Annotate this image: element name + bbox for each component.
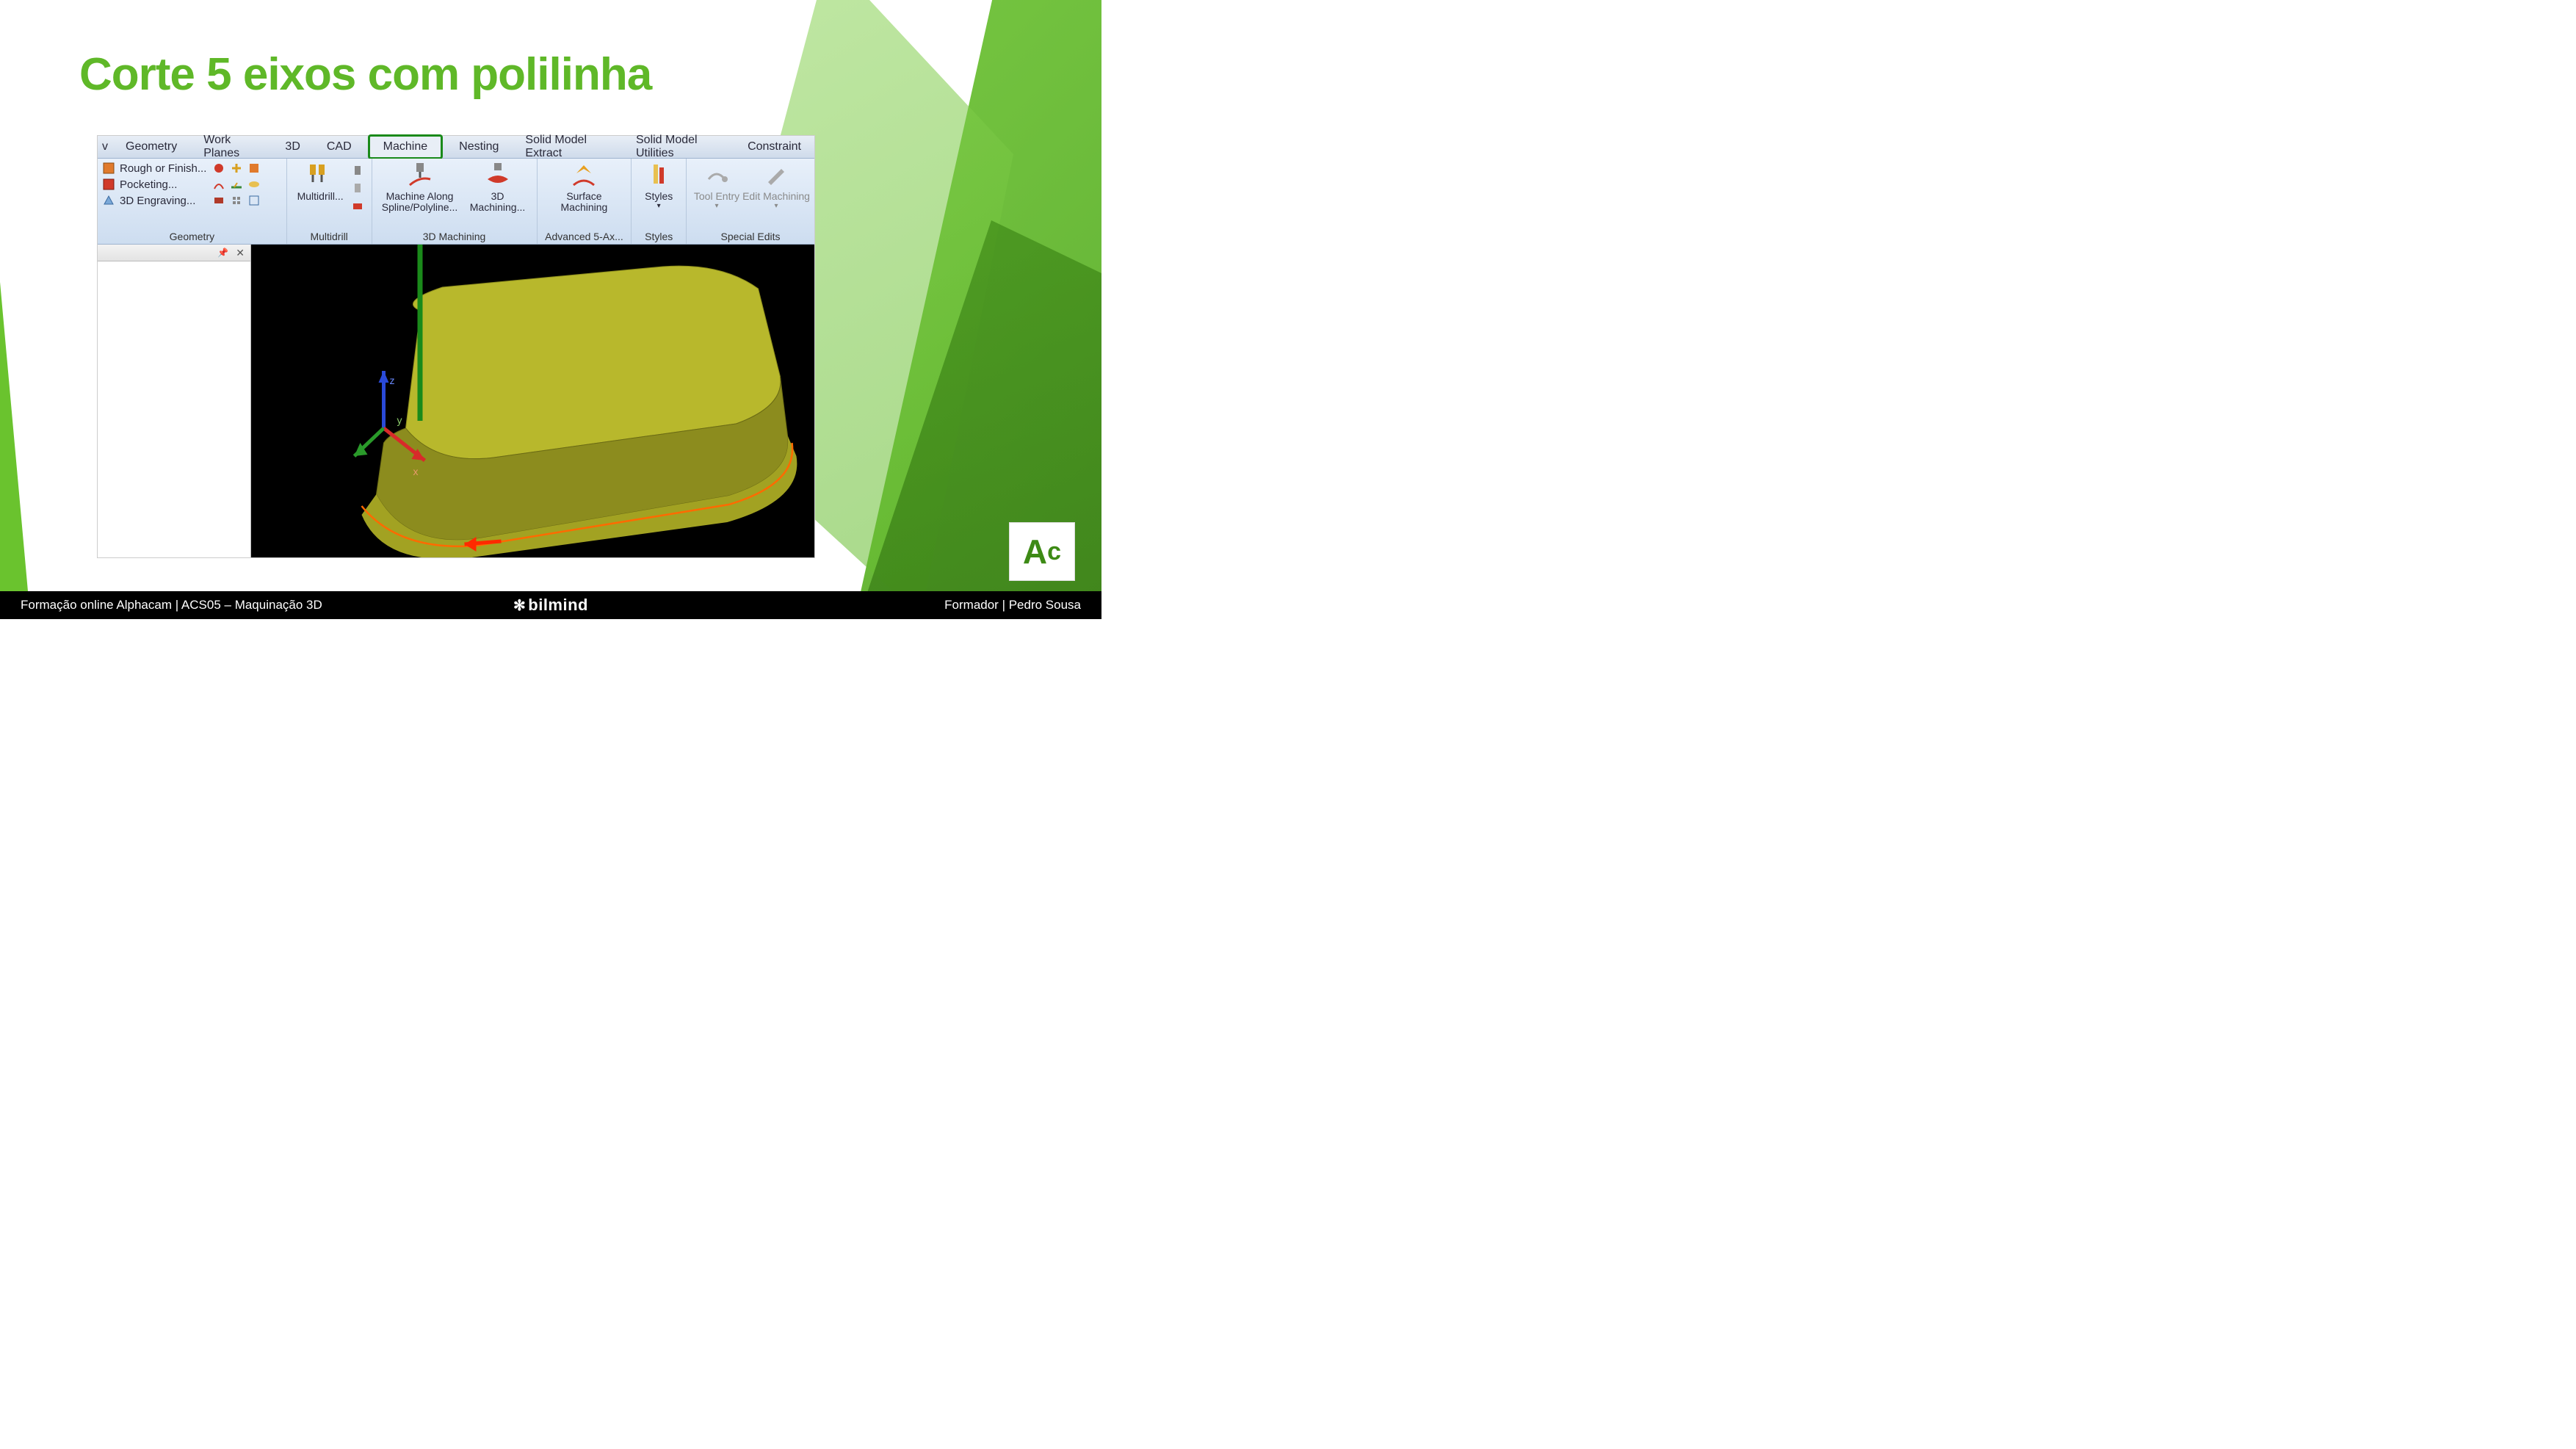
- multidrill-label: Multidrill...: [297, 191, 344, 202]
- logo-a: A: [1023, 532, 1047, 571]
- ribbon-body: Rough or Finish... Pocketing...: [98, 159, 814, 245]
- surface-label: Surface Machining: [543, 191, 624, 214]
- ribbon-group-special-edits: Tool Entry ▾ Edit Machining ▾ Special Ed…: [687, 159, 814, 244]
- side-panel: 📌 ✕: [98, 245, 251, 557]
- viewport-svg: z y x: [251, 245, 814, 557]
- edit-mach-icon: [764, 163, 789, 188]
- mini-icon[interactable]: [351, 200, 364, 213]
- pocket-icon: [102, 178, 115, 191]
- brand-text: bilmind: [528, 596, 588, 614]
- tab-machine[interactable]: Machine: [368, 134, 443, 159]
- svg-text:z: z: [390, 375, 395, 386]
- dropdown-icon: ▾: [775, 202, 778, 210]
- edit-machining-button[interactable]: Edit Machining ▾: [742, 162, 810, 210]
- work-area: 📌 ✕: [98, 245, 814, 557]
- rough-label: Rough or Finish...: [120, 162, 206, 175]
- 3d-mach-icon: [483, 163, 513, 188]
- tab-geometry[interactable]: Geometry: [112, 136, 190, 158]
- 3d-mach-label: 3D Machining...: [463, 191, 532, 214]
- tab-3d[interactable]: 3D: [272, 136, 313, 158]
- mini-icon[interactable]: [247, 178, 261, 191]
- tool-entry-label: Tool Entry: [694, 191, 739, 202]
- group-label: Multidrill: [310, 229, 347, 242]
- styles-icon: [648, 163, 670, 188]
- footer-left: Formação online Alphacam | ACS05 – Maqui…: [21, 598, 322, 613]
- edit-mach-label: Edit Machining: [742, 191, 810, 202]
- machine-along-spline-button[interactable]: Machine Along Spline/Polyline...: [377, 162, 463, 214]
- ribbon-group-multidrill: Multidrill... Multidrill: [287, 159, 372, 244]
- tool-entry-button[interactable]: Tool Entry ▾: [691, 162, 742, 210]
- mini-icon[interactable]: [351, 165, 364, 178]
- rough-or-finish-button[interactable]: Rough or Finish...: [102, 162, 206, 175]
- pocket-label: Pocketing...: [120, 178, 177, 191]
- geometry-mini-icons: [212, 162, 262, 207]
- tab-solid-utilities[interactable]: Solid Model Utilities: [623, 136, 734, 158]
- group-label: Styles: [645, 229, 673, 242]
- dropdown-icon: ▾: [715, 202, 719, 210]
- styles-button[interactable]: Styles ▾: [638, 162, 679, 210]
- svg-text:x: x: [413, 466, 419, 477]
- tab-solid-extract[interactable]: Solid Model Extract: [512, 136, 623, 158]
- mini-icon[interactable]: [247, 162, 261, 175]
- footer-brand: ✻bilmind: [513, 596, 588, 615]
- tab-view[interactable]: v: [98, 136, 112, 158]
- ribbon-group-styles: Styles ▾ Styles: [632, 159, 687, 244]
- footer-bar: Formação online Alphacam | ACS05 – Maqui…: [0, 591, 1101, 619]
- decor-triangle: [0, 33, 51, 591]
- dropdown-icon: ▾: [657, 202, 661, 210]
- group-label: Advanced 5-Ax...: [545, 229, 623, 242]
- pin-icon[interactable]: 📌: [217, 247, 228, 258]
- multidrill-icon: [305, 163, 335, 188]
- mini-icon[interactable]: [247, 194, 261, 207]
- mini-icon[interactable]: [230, 194, 243, 207]
- mini-icon[interactable]: [212, 162, 225, 175]
- spline-icon: [405, 163, 435, 188]
- 3d-machining-button[interactable]: 3D Machining...: [463, 162, 532, 214]
- geometry-items: Rough or Finish... Pocketing...: [102, 162, 206, 207]
- mini-icon[interactable]: [212, 194, 225, 207]
- tab-cad[interactable]: CAD: [314, 136, 365, 158]
- pocketing-button[interactable]: Pocketing...: [102, 178, 177, 191]
- ribbon-group-geometry: Rough or Finish... Pocketing...: [98, 159, 287, 244]
- ribbon-group-3d-machining: Machine Along Spline/Polyline... 3D Mach…: [372, 159, 538, 244]
- engrave-icon: [102, 194, 115, 207]
- snowflake-icon: ✻: [513, 598, 526, 614]
- styles-label: Styles: [645, 191, 673, 202]
- footer-right: Formador | Pedro Sousa: [944, 598, 1081, 613]
- alphacam-logo: Ac: [1009, 522, 1075, 581]
- panel-header: 📌 ✕: [98, 245, 250, 261]
- surface-icon: [569, 163, 598, 188]
- rough-icon: [102, 162, 115, 175]
- tab-constraint[interactable]: Constraint: [734, 136, 814, 158]
- 3d-viewport[interactable]: z y x: [251, 245, 814, 557]
- tab-nesting[interactable]: Nesting: [446, 136, 512, 158]
- slide: Corte 5 eixos com polilinha v Geometry W…: [0, 0, 1101, 619]
- group-label: 3D Machining: [423, 229, 486, 242]
- mini-icon[interactable]: [351, 182, 364, 195]
- group-label: Special Edits: [721, 229, 781, 242]
- multidrill-button[interactable]: Multidrill...: [294, 162, 347, 213]
- svg-text:y: y: [397, 414, 402, 426]
- app-screenshot: v Geometry Work Planes 3D CAD Machine Ne…: [97, 135, 815, 558]
- mini-icon[interactable]: [230, 162, 243, 175]
- mini-icon[interactable]: [212, 178, 225, 191]
- group-label: Geometry: [170, 229, 214, 242]
- 3d-engraving-button[interactable]: 3D Engraving...: [102, 194, 195, 207]
- ribbon-group-adv-5ax: Surface Machining Advanced 5-Ax...: [538, 159, 632, 244]
- ribbon-tab-strip: v Geometry Work Planes 3D CAD Machine Ne…: [98, 136, 814, 159]
- logo-c: c: [1047, 538, 1061, 566]
- mini-icon[interactable]: [230, 178, 243, 191]
- close-icon[interactable]: ✕: [236, 247, 245, 259]
- spline-label: Machine Along Spline/Polyline...: [377, 191, 463, 214]
- tool-entry-icon: [704, 163, 729, 188]
- engrave-label: 3D Engraving...: [120, 195, 195, 207]
- page-title: Corte 5 eixos com polilinha: [79, 48, 651, 101]
- surface-machining-button[interactable]: Surface Machining: [543, 162, 624, 214]
- tab-work-planes[interactable]: Work Planes: [190, 136, 272, 158]
